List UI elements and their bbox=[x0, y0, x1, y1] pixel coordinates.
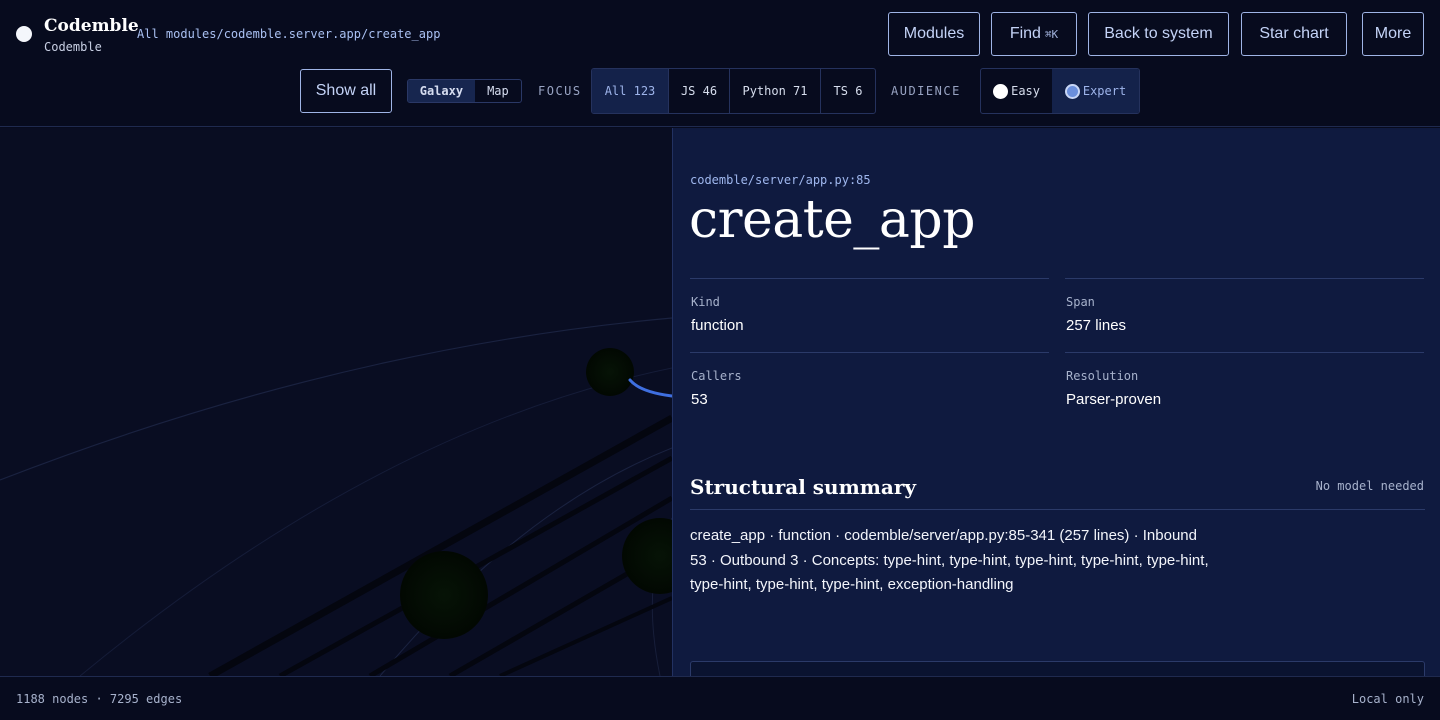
brand-subtitle: Codemble bbox=[44, 40, 102, 54]
highlighted-edge bbox=[628, 378, 672, 398]
focus-python-tab[interactable]: Python 71 bbox=[730, 69, 821, 113]
meta-kind: Kind function bbox=[690, 278, 1049, 334]
summary-note: No model needed bbox=[1315, 479, 1424, 493]
find-button[interactable]: Find ⌘K bbox=[991, 12, 1077, 56]
status-bar: 1188 nodes · 7295 edges Local only bbox=[0, 676, 1440, 720]
audience-label: AUDIENCE bbox=[891, 84, 961, 98]
modules-button[interactable]: Modules bbox=[888, 12, 980, 56]
summary-heading: Structural summary bbox=[690, 475, 917, 499]
audience-easy-label: Easy bbox=[1011, 84, 1040, 98]
galaxy-graph[interactable] bbox=[0, 128, 672, 676]
back-to-system-button[interactable]: Back to system bbox=[1088, 12, 1229, 56]
divider bbox=[690, 509, 1425, 510]
meta-span: Span 257 lines bbox=[1065, 278, 1424, 334]
graph-stats: 1188 nodes · 7295 edges bbox=[16, 692, 183, 706]
meta-resolution: Resolution Parser-proven bbox=[1065, 352, 1424, 408]
summary-text: create_app · function · codemble/server/… bbox=[690, 527, 1209, 593]
meta-key: Kind bbox=[691, 295, 720, 309]
focus-js-tab[interactable]: JS 46 bbox=[669, 69, 730, 113]
focus-all-tab[interactable]: All 123 bbox=[592, 69, 669, 113]
focus-label: FOCUS bbox=[538, 84, 582, 98]
more-button-label: More bbox=[1374, 25, 1412, 42]
meta-key: Span bbox=[1066, 295, 1095, 309]
view-toggle: Galaxy Map bbox=[407, 79, 522, 103]
meta-value: function bbox=[691, 317, 744, 334]
meta-key: Resolution bbox=[1066, 369, 1139, 383]
graph-edge bbox=[499, 596, 672, 676]
radio-selected-icon bbox=[1064, 83, 1080, 99]
star-chart-button-label: Star chart bbox=[1259, 25, 1329, 42]
meta-callers: Callers 53 bbox=[690, 352, 1049, 408]
detail-panel: codemble/server/app.py:85 create_app Kin… bbox=[672, 128, 1440, 676]
show-all-button[interactable]: Show all bbox=[300, 69, 392, 113]
more-button[interactable]: More bbox=[1362, 12, 1424, 56]
meta-key: Callers bbox=[691, 369, 742, 383]
code-preview[interactable] bbox=[690, 661, 1425, 676]
audience-toggle: Easy Expert bbox=[980, 68, 1140, 114]
radio-unselected-icon bbox=[993, 83, 1009, 99]
focus-filter: All 123 JS 46 Python 71 TS 6 bbox=[591, 68, 876, 114]
galaxy-canvas[interactable] bbox=[0, 128, 672, 676]
top-bar: Codemble Codemble All modules/codemble.s… bbox=[0, 0, 1440, 127]
modules-button-label: Modules bbox=[903, 25, 965, 42]
audience-expert-label: Expert bbox=[1082, 84, 1127, 98]
star-chart-button[interactable]: Star chart bbox=[1241, 12, 1347, 56]
view-galaxy-tab[interactable]: Galaxy bbox=[408, 80, 475, 102]
focus-ts-tab[interactable]: TS 6 bbox=[821, 69, 875, 113]
graph-edge bbox=[0, 317, 672, 481]
file-path-link[interactable]: codemble/server/app.py:85 bbox=[690, 173, 871, 187]
brand-name: Codemble bbox=[44, 16, 139, 36]
audience-easy-option[interactable]: Easy bbox=[981, 69, 1052, 113]
brand-logo-icon bbox=[16, 26, 32, 42]
back-button-label: Back to system bbox=[1104, 25, 1213, 42]
graph-node[interactable] bbox=[622, 518, 672, 594]
local-only-badge: Local only bbox=[1351, 692, 1424, 706]
find-button-label: Find bbox=[1009, 25, 1041, 42]
view-map-tab[interactable]: Map bbox=[475, 80, 521, 102]
audience-expert-option[interactable]: Expert bbox=[1052, 69, 1139, 113]
graph-edge bbox=[79, 367, 672, 676]
show-all-label: Show all bbox=[315, 82, 377, 99]
graph-node[interactable] bbox=[400, 551, 488, 639]
breadcrumb[interactable]: All modules/codemble.server.app/create_a… bbox=[137, 27, 440, 41]
meta-value: 257 lines bbox=[1066, 317, 1127, 334]
meta-value: 53 bbox=[691, 391, 708, 408]
node-title: create_app bbox=[689, 190, 976, 250]
graph-node[interactable] bbox=[586, 348, 634, 396]
meta-value: Parser-proven bbox=[1066, 391, 1162, 408]
find-shortcut: ⌘K bbox=[1044, 27, 1059, 41]
